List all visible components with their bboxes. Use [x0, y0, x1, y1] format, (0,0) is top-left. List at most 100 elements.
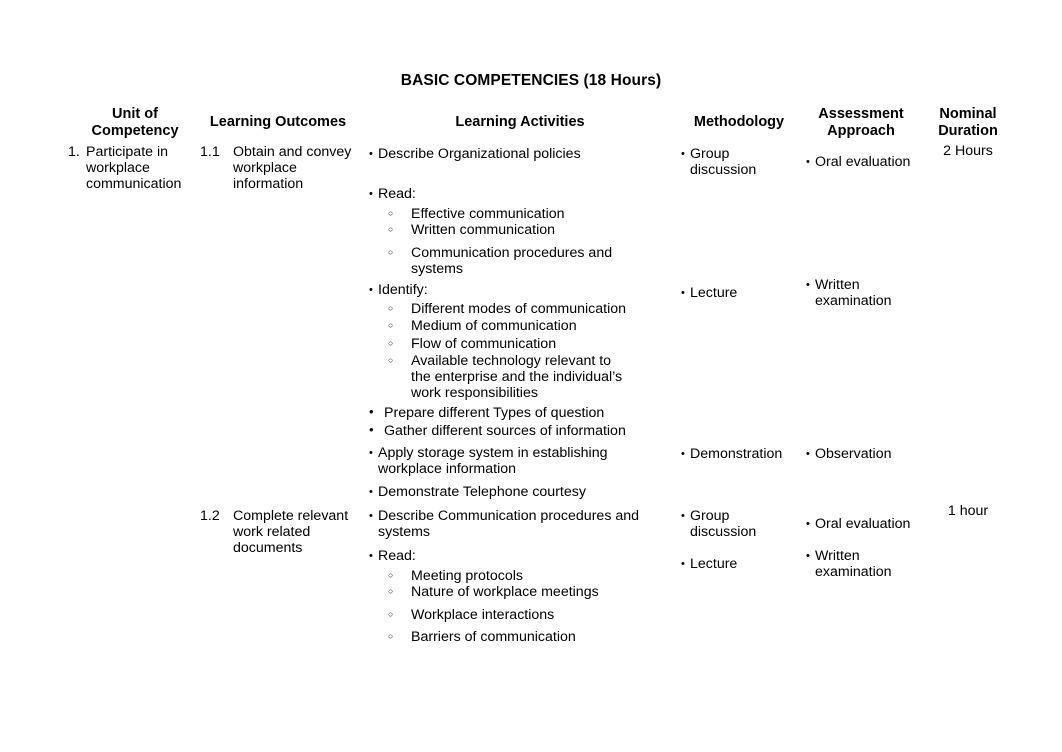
list-item-label: Medium of communication: [411, 318, 577, 334]
list-item: Observation: [806, 446, 921, 462]
learning-outcome-number: 1.2: [200, 508, 220, 524]
column-header-duration-line1: Nominal: [939, 106, 997, 122]
unit-number: 1.: [68, 144, 80, 160]
filled-bullet-icon: [806, 516, 810, 533]
list-item: Written examination: [806, 548, 898, 580]
list-item: Gather different sources of information: [369, 423, 664, 439]
list-item: Workplace interactions: [388, 607, 660, 623]
hollow-circle-icon: [388, 336, 393, 353]
list-item: Group discussion: [681, 508, 791, 540]
hollow-circle-icon: [388, 206, 393, 223]
column-header-nominal-duration: Nominal Duration: [922, 106, 1014, 139]
learning-outcome-1-1: 1.1 Obtain and convey workplace informat…: [200, 144, 360, 193]
filled-bullet-icon: [806, 548, 810, 565]
learning-outcome-text: Complete relevant work related documents: [233, 508, 349, 557]
learning-outcome-text: Obtain and convey workplace information: [233, 144, 352, 193]
list-item: Read:: [369, 548, 659, 564]
list-item-label: Group discussion: [690, 146, 757, 179]
list-item-label: Prepare different Types of question: [384, 405, 605, 421]
filled-bullet-icon: [369, 405, 374, 421]
filled-bullet-icon: [369, 146, 373, 163]
list-item-label: Identify:: [378, 282, 428, 298]
table-row-unit-competency-1: 1. Participate in workplace communicatio…: [68, 144, 200, 193]
column-header-unit-of-competency-line1: Unit of: [112, 106, 158, 122]
hollow-circle-icon: [388, 222, 393, 239]
list-item-label: Read:: [378, 548, 416, 564]
hollow-circle-icon: [388, 584, 393, 601]
filled-bullet-icon: [806, 154, 810, 171]
list-item: Medium of communication: [388, 318, 660, 334]
list-item-label: Demonstrate Telephone courtesy: [378, 484, 586, 500]
list-item: Lecture: [681, 556, 791, 572]
list-item-label: Meeting protocols: [411, 568, 523, 584]
filled-bullet-icon: [369, 548, 373, 565]
list-item: Describe Communication procedures and sy…: [369, 508, 659, 540]
list-item: Read:: [369, 186, 659, 202]
list-item-label: Written examination: [815, 277, 892, 310]
filled-bullet-icon: [369, 508, 373, 525]
list-item: Flow of communication: [388, 336, 660, 352]
list-item: Prepare different Types of question: [369, 405, 664, 421]
filled-bullet-icon: [369, 484, 373, 501]
list-item: Available technology relevant to the ent…: [388, 353, 633, 402]
filled-bullet-icon: [806, 277, 810, 294]
hollow-circle-icon: [388, 629, 393, 646]
list-item-label: Different modes of communication: [411, 301, 627, 317]
hollow-circle-icon: [388, 301, 393, 318]
filled-bullet-icon: [369, 445, 373, 462]
list-item-label: Written examination: [815, 548, 892, 581]
list-item-label: Oral evaluation: [815, 516, 911, 532]
filled-bullet-icon: [681, 508, 685, 525]
column-header-unit-of-competency-line2: Competency: [91, 122, 179, 139]
list-item-label: Apply storage system in establishing wor…: [378, 445, 608, 478]
list-item: Different modes of communication: [388, 301, 660, 317]
column-header-methodology: Methodology: [693, 114, 785, 130]
list-item: Nature of workplace meetings: [388, 584, 660, 600]
list-item: Effective communication: [388, 206, 660, 222]
hollow-circle-icon: [388, 353, 393, 370]
list-item-label: Lecture: [690, 285, 738, 301]
column-header-assessment-approach: Assessment Approach: [800, 106, 922, 139]
list-item-label: Describe Organizational policies: [378, 146, 581, 162]
list-item-label: Barriers of communication: [411, 629, 576, 645]
learning-outcome-1-2: 1.2 Complete relevant work related docum…: [200, 508, 360, 557]
list-item: Identify:: [369, 282, 659, 298]
list-item: Written communication: [388, 222, 660, 238]
list-item: Lecture: [681, 285, 791, 301]
list-item: Oral evaluation: [806, 154, 921, 170]
list-item-label: Nature of workplace meetings: [411, 584, 599, 600]
filled-bullet-icon: [681, 556, 685, 573]
list-item-label: Demonstration: [690, 446, 783, 462]
filled-bullet-icon: [369, 186, 373, 203]
list-item: Communication procedures and systems: [388, 245, 613, 277]
list-item-label: Read:: [378, 186, 416, 202]
page-title: BASIC COMPETENCIES (18 Hours): [400, 72, 662, 89]
list-item-label: Available technology relevant to the ent…: [411, 353, 623, 402]
nominal-duration-value: 1 hour: [947, 503, 989, 519]
list-item: Written examination: [806, 277, 898, 309]
list-item-label: Flow of communication: [411, 336, 557, 352]
filled-bullet-icon: [681, 446, 685, 463]
list-item: Group discussion: [681, 146, 791, 178]
column-header-assessment-line2: Approach: [827, 122, 895, 139]
list-item-label: Lecture: [690, 556, 738, 572]
list-item-label: Effective communication: [411, 206, 565, 222]
column-header-unit-of-competency: Unit of Competency: [72, 106, 198, 139]
list-item: Demonstration: [681, 446, 799, 462]
list-item: Oral evaluation: [806, 516, 921, 532]
column-header-learning-outcomes: Learning Outcomes: [209, 114, 347, 130]
list-item: Describe Organizational policies: [369, 146, 659, 162]
list-item: Barriers of communication: [388, 629, 660, 645]
column-header-learning-activities: Learning Activities: [455, 114, 585, 130]
document-page: BASIC COMPETENCIES (18 Hours) Unit of Co…: [0, 0, 1062, 752]
list-item: Meeting protocols: [388, 568, 660, 584]
list-item-label: Group discussion: [690, 508, 757, 541]
column-header-duration-line2: Duration: [938, 122, 998, 139]
hollow-circle-icon: [388, 245, 393, 262]
list-item-label: Describe Communication procedures and sy…: [378, 508, 640, 541]
list-item-label: Observation: [815, 446, 892, 462]
hollow-circle-icon: [388, 607, 393, 624]
list-item: Demonstrate Telephone courtesy: [369, 484, 659, 500]
list-item-label: Oral evaluation: [815, 154, 911, 170]
list-item-label: Gather different sources of information: [384, 423, 626, 439]
